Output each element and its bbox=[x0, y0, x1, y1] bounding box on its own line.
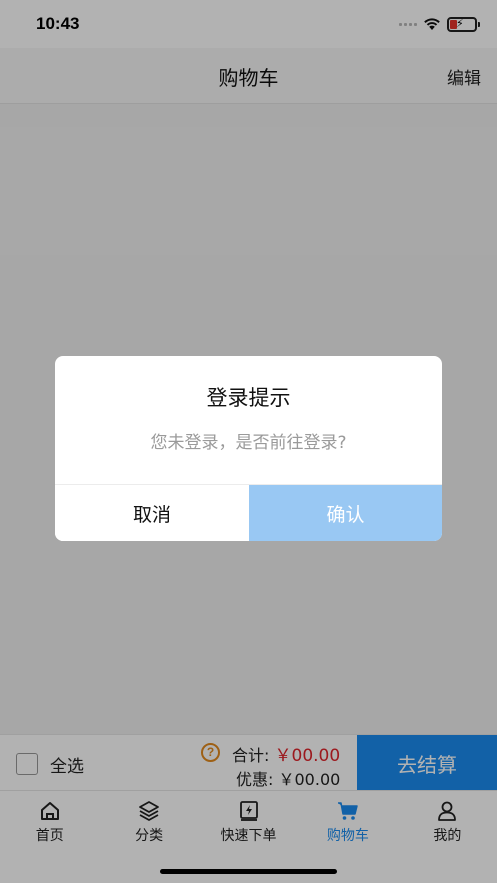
cancel-button[interactable]: 取消 bbox=[55, 485, 249, 541]
home-indicator[interactable] bbox=[160, 869, 337, 874]
login-prompt-dialog: 登录提示 您未登录，是否前往登录? 取消 确认 bbox=[55, 356, 442, 541]
dialog-title: 登录提示 bbox=[206, 386, 291, 410]
confirm-button[interactable]: 确认 bbox=[249, 485, 442, 541]
dialog-message: 您未登录，是否前往登录? bbox=[150, 433, 347, 453]
